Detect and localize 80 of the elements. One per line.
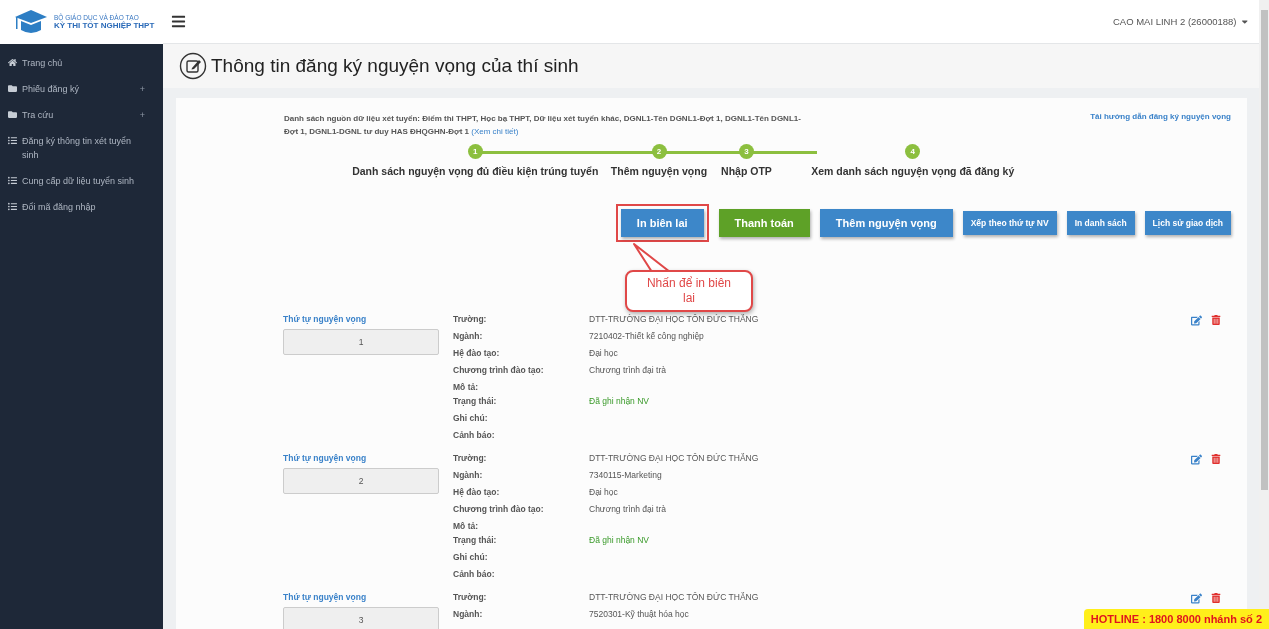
field-label: Mô tả: <box>453 521 479 533</box>
folder-icon <box>8 84 17 93</box>
step-number: 1 <box>467 144 483 159</box>
step-number: 2 <box>651 144 667 159</box>
field-label: Ngành: <box>453 609 483 621</box>
step-label: Danh sách nguyện vọng đủ điều kiện trúng tuyển <box>352 165 599 177</box>
field-label: Chương trình đào tạo: <box>453 504 544 516</box>
delete-icon[interactable] <box>1211 315 1221 325</box>
expand-toggle[interactable]: + <box>139 82 145 96</box>
list-icon <box>8 136 17 145</box>
list-icon <box>8 202 17 211</box>
field-value: 7210402-Thiết kế công nghiệp <box>589 331 704 343</box>
field-label: Ghi chú: <box>453 552 488 564</box>
action-button[interactable]: In danh sách <box>1066 211 1135 235</box>
order-label: Thứ tự nguyện vọng <box>283 453 368 463</box>
graduation-cap-icon <box>14 9 48 35</box>
field-label: Hệ đào tạo: <box>453 487 500 499</box>
field-label: Trường: <box>453 592 487 604</box>
field-label: Trường: <box>453 453 487 465</box>
step-label: Xem danh sách nguyện vọng đã đăng ký <box>811 165 1015 177</box>
field-value: DTT-TRƯỜNG ĐẠI HỌC TÔN ĐỨC THẮNG <box>589 592 759 604</box>
action-button[interactable]: Xếp theo thứ tự NV <box>962 211 1057 235</box>
user-menu[interactable]: CAO MAI LINH 2 (26000188) <box>1112 16 1249 27</box>
edit-icon <box>179 52 207 80</box>
step-label: Nhập OTP <box>721 165 772 177</box>
field-label: Hệ đào tạo: <box>453 348 500 360</box>
step-label: Thêm nguyện vọng <box>610 165 708 177</box>
field-value: DTT-TRƯỜNG ĐẠI HỌC TÔN ĐỨC THẮNG <box>589 314 759 326</box>
field-label: Ngành: <box>453 331 483 343</box>
order-field[interactable]: 2 <box>283 468 439 494</box>
order-field[interactable]: 3 <box>283 607 439 629</box>
scrollbar-thumb[interactable] <box>1260 10 1268 490</box>
field-value: Chương trình đại trà <box>589 365 666 377</box>
order-field[interactable]: 1 <box>283 329 439 355</box>
field-label: Ghi chú: <box>453 413 488 425</box>
status-text: Đã ghi nhận NV <box>589 396 649 408</box>
field-value: 7340115-Marketing <box>589 470 662 482</box>
action-button[interactable]: Thêm nguyện vọng <box>819 209 953 237</box>
step-number: 4 <box>905 144 921 159</box>
data-source-list: Danh sách nguồn dữ liệu xét tuyển: Điểm thi THPT, Học bạ THPT, Dữ liệu xét tuyển khác, DGNL1-Tên DGNL1-Đợt 1, DGNL1-Tên DGNL1-Đợt 1, DGNL1-DGNL tư duy HAS ĐHQGHN-Đợt 1 (Xem chi tiết) <box>284 112 804 138</box>
details-link[interactable]: (Xem chi tiết) <box>471 127 519 136</box>
order-label: Thứ tự nguyện vọng <box>283 592 368 602</box>
guide-download-link[interactable]: Tải hướng dẫn đăng ký nguyện vọng <box>1090 112 1231 138</box>
edit-icon[interactable] <box>1191 315 1202 326</box>
field-label: Ngành: <box>453 470 483 482</box>
edit-icon[interactable] <box>1191 454 1202 465</box>
field-label: Trạng thái: <box>453 535 497 547</box>
page-title: Thông tin đăng ký nguyện vọng của thí sinh <box>211 55 579 77</box>
sidebar-item[interactable]: Trang chủ <box>0 50 163 76</box>
edit-icon[interactable] <box>1191 593 1202 604</box>
order-label: Thứ tự nguyện vọng <box>283 314 368 324</box>
exam-name: KỲ THI TỐT NGHIỆP THPT <box>54 21 155 31</box>
step-number: 3 <box>739 144 754 159</box>
field-label: Mô tả: <box>453 382 479 394</box>
field-value: Đại học <box>589 348 618 360</box>
sidebar-item[interactable]: Phiếu đăng ký + <box>0 76 163 102</box>
expand-toggle[interactable]: + <box>139 108 145 122</box>
field-label: Cảnh báo: <box>453 430 495 442</box>
sidebar-item[interactable]: Cung cấp dữ liệu tuyển sinh <box>0 168 163 194</box>
action-button[interactable]: Lịch sử giao dịch <box>1144 211 1231 235</box>
folder-icon <box>8 110 17 119</box>
sidebar-item[interactable]: Tra cứu + <box>0 102 163 128</box>
field-value: 7520301-Kỹ thuật hóa học <box>589 609 689 621</box>
field-label: Cảnh báo: <box>453 569 495 581</box>
field-label: Chương trình đào tạo: <box>453 365 544 377</box>
delete-icon[interactable] <box>1211 593 1221 603</box>
hotline-banner: HOTLINE : 1800 8000 nhánh số 2 <box>1083 609 1269 629</box>
field-label: Trạng thái: <box>453 396 497 408</box>
field-value: Chương trình đại trà <box>589 504 666 516</box>
home-icon <box>8 58 17 67</box>
sidebar-item[interactable]: Đổi mã đăng nhập <box>0 194 163 220</box>
field-label: Trường: <box>453 314 487 326</box>
status-text: Đã ghi nhận NV <box>589 535 649 547</box>
field-value: Đại học <box>589 487 618 499</box>
action-button[interactable]: In biên lai <box>620 209 704 237</box>
field-value: DTT-TRƯỜNG ĐẠI HỌC TÔN ĐỨC THẮNG <box>589 453 759 465</box>
delete-icon[interactable] <box>1211 454 1221 464</box>
list-icon <box>8 176 17 185</box>
sidebar-item[interactable]: Đăng ký thông tin xét tuyển sinh <box>0 128 163 168</box>
menu-icon[interactable] <box>171 14 186 29</box>
